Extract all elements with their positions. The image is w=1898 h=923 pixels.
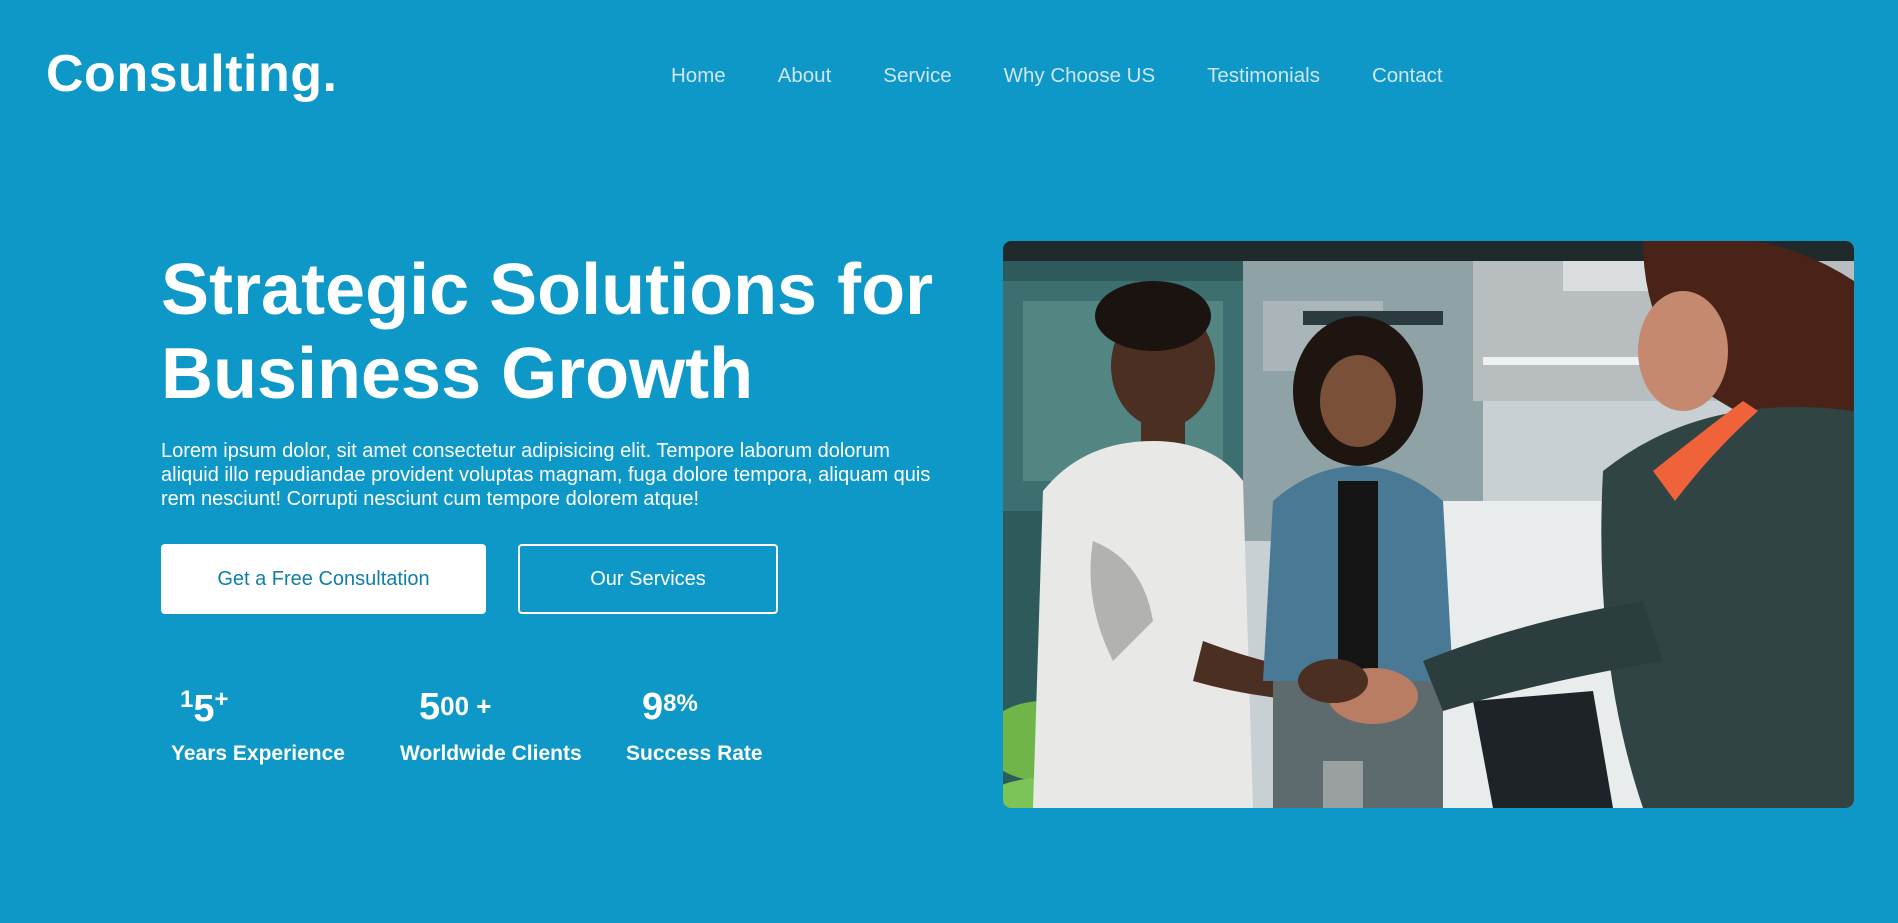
stat-value-suffix: + [214,686,229,713]
stat-value-suffix: 8% [663,690,698,717]
nav-link-contact[interactable]: Contact [1372,64,1443,87]
stat-value: 500 + [419,686,582,730]
hero-title-line-2: Business Growth [161,334,754,414]
stat-label: Success Rate [626,742,763,765]
hero-description: Lorem ipsum dolor, sit amet consectetur … [161,440,931,510]
hero-title: Strategic Solutions for Business Growth [161,248,961,416]
page: Consulting. Home About Service Why Choos… [0,0,1898,923]
stat-label: Worldwide Clients [400,742,582,765]
nav-item-home: Home [671,64,726,88]
nav-item-why-choose-us: Why Choose US [1004,64,1156,88]
nav-link-service[interactable]: Service [883,64,951,87]
nav-item-contact: Contact [1372,64,1443,88]
stat-value-lead: 1 [180,686,194,713]
logo[interactable]: Consulting. [46,44,337,104]
nav-item-about: About [778,64,832,88]
team-handshake-photo [1003,241,1854,808]
hero-title-line-1: Strategic Solutions for [161,250,934,330]
main-nav: Home About Service Why Choose US Testimo… [671,64,1443,88]
nav-item-service: Service [883,64,951,88]
stat-years-experience: 15+ Years Experience [171,686,345,766]
nav-link-home[interactable]: Home [671,64,726,87]
stat-value-suffix: 00 + [440,691,492,721]
our-services-button[interactable]: Our Services [518,544,778,614]
stat-value: 15+ [180,686,345,730]
stat-value-main: 5 [193,688,215,730]
nav-link-why-choose-us[interactable]: Why Choose US [1004,64,1156,87]
nav-link-testimonials[interactable]: Testimonials [1207,64,1320,87]
stat-value-main: 5 [419,686,441,728]
nav-link-about[interactable]: About [778,64,832,87]
stat-worldwide-clients: 500 + Worldwide Clients [400,686,582,766]
nav-item-testimonials: Testimonials [1207,64,1320,88]
free-consultation-button[interactable]: Get a Free Consultation [161,544,486,614]
stat-value-main: 9 [642,686,664,728]
stat-value: 98% [642,686,763,730]
stat-success-rate: 98% Success Rate [626,686,763,766]
hero-photo [1003,241,1854,808]
stat-label: Years Experience [171,742,345,765]
